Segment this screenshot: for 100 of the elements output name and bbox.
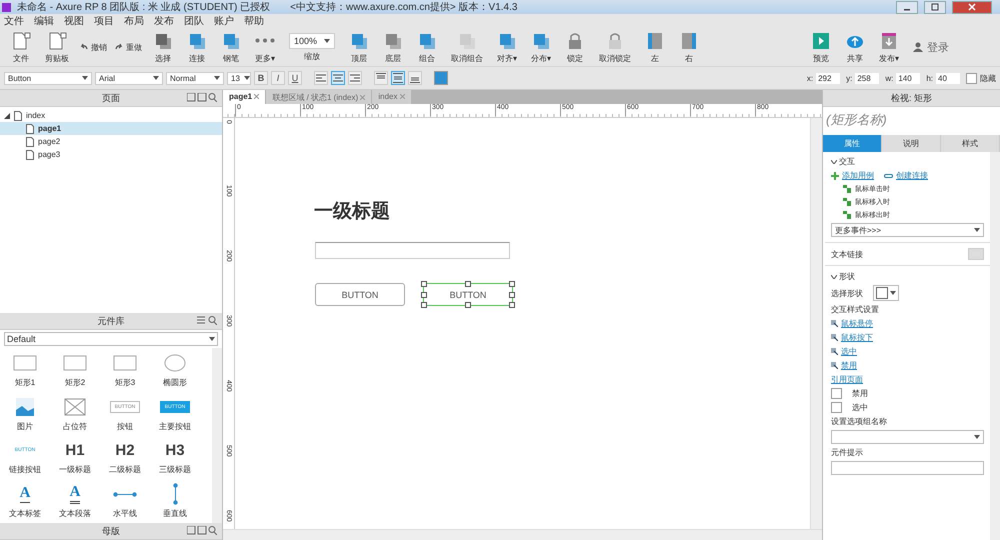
section-header[interactable]: 交互 (831, 156, 984, 167)
menu-item[interactable]: 账户 (214, 14, 234, 28)
tree-item[interactable]: page2 (0, 135, 222, 148)
fill-color-swatch[interactable] (434, 71, 448, 85)
toolbar-button[interactable]: 剪贴板 (40, 30, 74, 64)
menu-item[interactable]: 编辑 (34, 14, 54, 28)
inspector-tab[interactable]: 样式 (941, 135, 1000, 152)
bold-button[interactable]: B (254, 71, 268, 85)
minimize-button[interactable] (896, 0, 918, 14)
inspector-tab[interactable]: 说明 (882, 135, 941, 152)
widget-item[interactable]: 矩形3 (100, 348, 150, 392)
style-link[interactable]: 鼠标按下 (831, 332, 984, 343)
widget-item[interactable]: 图片 (0, 392, 50, 436)
menu-item[interactable]: 帮助 (244, 14, 264, 28)
name-field[interactable]: (矩形名称) (823, 107, 1000, 135)
widget-item[interactable]: 矩形1 (0, 348, 50, 392)
widget-item[interactable]: H3 三级标题 (150, 436, 200, 480)
font-size-dropdown[interactable]: 13 (227, 72, 251, 84)
toolbar-button[interactable]: 左 (640, 30, 670, 64)
valign-button[interactable] (391, 71, 405, 85)
shape-dropdown[interactable] (873, 285, 899, 301)
toolbar-button[interactable]: 对齐▾ (492, 30, 522, 64)
login-button[interactable]: 登录 (908, 40, 954, 54)
widget-item[interactable]: 垂直线 (150, 479, 200, 523)
tree-item[interactable]: page3 (0, 148, 222, 161)
toolbar-button[interactable]: 右 (674, 30, 704, 64)
close-button[interactable] (952, 0, 992, 14)
toolbar-button[interactable]: 组合 (412, 30, 442, 64)
font-style-dropdown[interactable]: Normal (166, 72, 224, 84)
tree-item[interactable]: page1 (0, 122, 222, 135)
widget-type-dropdown[interactable]: Button (4, 72, 92, 84)
tree-item[interactable]: index (0, 109, 222, 122)
underline-button[interactable]: U (288, 71, 302, 85)
toolbar-button[interactable]: 预览 (806, 30, 836, 64)
toolbar-button[interactable]: 钢笔 (216, 30, 246, 64)
menu-item[interactable]: 文件 (4, 14, 24, 28)
toolbar-button[interactable]: 取消组合 (446, 30, 488, 64)
widget-item[interactable]: 水平线 (100, 479, 150, 523)
widget-item[interactable]: 矩形2 (50, 348, 100, 392)
toolbar-button[interactable]: 更多▾ (250, 30, 280, 64)
widget-item[interactable]: 占位符 (50, 392, 100, 436)
toolbar-button[interactable]: 顶层 (344, 30, 374, 64)
italic-button[interactable]: I (271, 71, 285, 85)
menu-item[interactable]: 布局 (124, 14, 144, 28)
widget-item[interactable]: A 文本标签 (0, 479, 50, 523)
hidden-checkbox[interactable] (966, 72, 977, 84)
style-link[interactable]: 禁用 (831, 360, 984, 371)
widget-item[interactable]: A 文本段落 (50, 479, 100, 523)
inspector-tab[interactable]: 属性 (823, 135, 882, 152)
text-input-field[interactable] (315, 242, 510, 259)
menu-item[interactable]: 项目 (94, 14, 114, 28)
widget-item[interactable]: H2 二级标题 (100, 436, 150, 480)
section-header[interactable]: 形状 (831, 271, 984, 282)
scrollbar[interactable] (223, 529, 822, 540)
toolbar-button[interactable]: 文件 (6, 30, 36, 64)
widget-item[interactable]: 椭圆形 (150, 348, 200, 392)
toolbar-button[interactable]: 发布▾ (874, 30, 904, 64)
reference-page-link[interactable]: 引用页面 (831, 374, 984, 385)
font-dropdown[interactable]: Arial (95, 72, 163, 84)
widget-item[interactable]: H1 一级标题 (50, 436, 100, 480)
document-tab[interactable]: page1 (223, 90, 266, 104)
menu-item[interactable]: 发布 (154, 14, 174, 28)
checkbox[interactable] (831, 402, 842, 413)
toolbar-button[interactable]: 选择 (148, 30, 178, 64)
canvas-button[interactable]: BUTTON (423, 283, 513, 306)
more-events-dropdown[interactable]: 更多事件>>> (831, 223, 984, 237)
toolbar-button[interactable]: 取消锁定 (594, 30, 636, 64)
x-field[interactable]: 292 (816, 72, 840, 84)
valign-button[interactable] (408, 71, 422, 85)
redo-button[interactable]: 重做 (113, 42, 144, 52)
align-button[interactable] (314, 71, 328, 85)
library-dropdown[interactable]: Default (4, 332, 218, 346)
valign-button[interactable] (374, 71, 388, 85)
link-icon (884, 174, 893, 178)
toolbar-button[interactable]: 分布▾ (526, 30, 556, 64)
y-field[interactable]: 258 (855, 72, 880, 84)
scrollbar[interactable] (810, 118, 822, 529)
canvas-button[interactable]: BUTTON (315, 283, 405, 306)
tooltip-field[interactable] (831, 461, 984, 475)
align-button[interactable] (331, 71, 345, 85)
style-link[interactable]: 选中 (831, 346, 984, 357)
toolbar-button[interactable]: 共享 (840, 30, 870, 64)
style-link[interactable]: 鼠标悬停 (831, 318, 984, 329)
h-field[interactable]: 40 (936, 72, 960, 84)
menu-item[interactable]: 视图 (64, 14, 84, 28)
create-link-link[interactable]: 创建连接 (884, 170, 928, 181)
menu-item[interactable]: 团队 (184, 14, 204, 28)
zoom-dropdown[interactable]: 100% (289, 32, 336, 48)
panel-title: 页面 (102, 92, 120, 104)
align-button[interactable] (348, 71, 362, 85)
undo-button[interactable]: 撤销 (78, 42, 109, 52)
toolbar-button[interactable]: 底层 (378, 30, 408, 64)
toolbar-button[interactable]: 连接 (182, 30, 212, 64)
document-tab[interactable]: 联想区域 / 状态1 (index) (266, 90, 372, 104)
checkbox[interactable] (831, 388, 842, 399)
add-case-link[interactable]: 添加用例 (831, 170, 874, 181)
document-tab[interactable]: index (372, 90, 411, 104)
toolbar-button[interactable]: 锁定 (560, 30, 590, 64)
maximize-button[interactable] (924, 0, 946, 14)
w-field[interactable]: 140 (896, 72, 920, 84)
